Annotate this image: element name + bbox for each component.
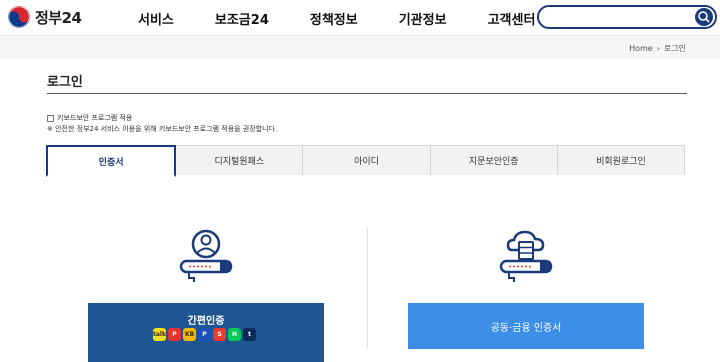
payco-icon: P — [168, 328, 181, 341]
tab-fingerprint[interactable]: 지문보안인증 — [429, 145, 558, 175]
simple-auth-illustration-icon — [179, 229, 233, 282]
breadcrumb-home[interactable]: Home — [629, 44, 653, 53]
simple-auth-button[interactable]: 간편인증 talk P KB P S Nt — [88, 303, 324, 362]
tab-non-member[interactable]: 비회원로그인 — [556, 145, 686, 175]
chevron-right-icon: › — [656, 44, 660, 53]
search-input[interactable] — [537, 5, 717, 29]
naver-icon: N — [228, 328, 241, 341]
main-nav: 서비스 보조금24 정책정보 기관정보 고객센터 — [138, 9, 576, 28]
nav-support[interactable]: 고객센터 — [488, 9, 536, 28]
provider-icons: talk P KB P S Nt — [153, 328, 258, 341]
breadcrumb-bar: Home › 로그인 — [0, 37, 720, 59]
cert-button-label: 공동·금융 인증서 — [490, 322, 562, 334]
logo-text: 정부24 — [35, 8, 82, 27]
tab-certificate[interactable]: 인증서 — [46, 145, 177, 177]
search-icon — [698, 11, 710, 23]
samsung-pass-icon: S — [213, 328, 226, 341]
page-title: 로그인 — [47, 75, 83, 90]
certificate-illustration-icon — [499, 230, 553, 282]
site-header: 정부24 서비스 보조금24 정책정보 기관정보 고객센터 — [0, 0, 720, 36]
nav-policy[interactable]: 정책정보 — [310, 9, 358, 28]
taegeuk-logo-icon — [8, 6, 30, 28]
nav-agency[interactable]: 기관정보 — [399, 9, 447, 28]
kb-icon: KB — [183, 328, 196, 341]
kakao-icon: talk — [153, 328, 166, 341]
tab-id[interactable]: 아이디 — [302, 145, 431, 175]
toss-icon: t — [243, 328, 256, 341]
joint-financial-cert-button[interactable]: 공동·금융 인증서 — [408, 303, 644, 349]
site-logo[interactable]: 정부24 — [8, 6, 82, 28]
title-divider — [47, 93, 687, 94]
breadcrumb-current: 로그인 — [663, 44, 686, 53]
login-tabs: 인증서 디지털원패스 아이디 지문보안인증 비회원로그인 — [46, 145, 686, 177]
tab-digital-onepass[interactable]: 디지털원패스 — [175, 145, 304, 175]
breadcrumb: Home › 로그인 — [629, 43, 686, 54]
keyboard-security-option[interactable]: 키보드보안 프로그램 적용 — [47, 113, 132, 123]
nav-service[interactable]: 서비스 — [138, 9, 174, 28]
simple-auth-label: 간편인증 — [187, 316, 225, 327]
options-divider — [367, 228, 368, 348]
nav-subsidy[interactable]: 보조금24 — [215, 9, 269, 28]
search-button[interactable] — [695, 8, 713, 26]
pass-icon: P — [198, 328, 211, 341]
keyboard-security-note: ※ 안전한 정부24 서비스 이용을 위해 키보드보안 프로그램 적용을 권장합… — [47, 125, 278, 133]
keyboard-security-checkbox[interactable] — [47, 114, 54, 122]
keyboard-security-label: 키보드보안 프로그램 적용 — [57, 114, 133, 122]
